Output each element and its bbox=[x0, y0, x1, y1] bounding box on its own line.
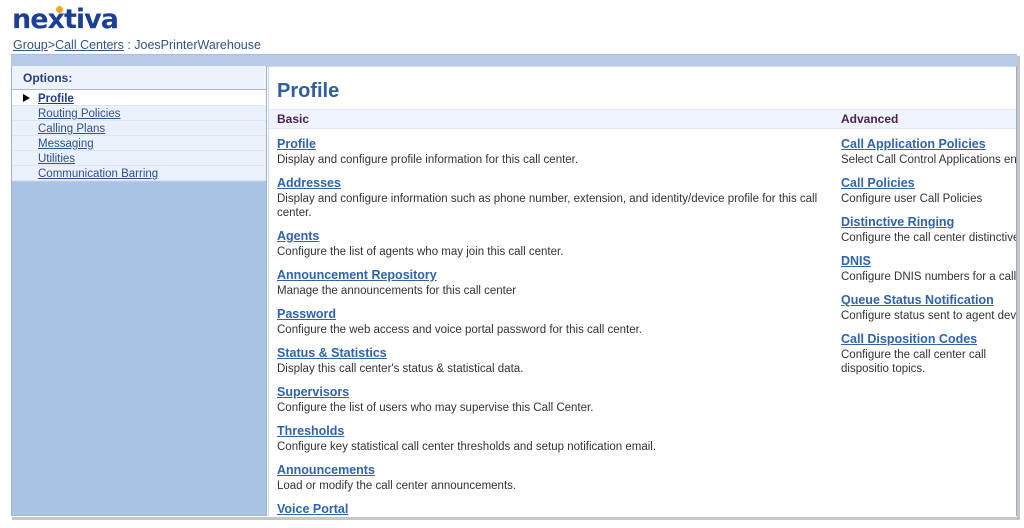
entry-thresholds: Thresholds Configure key statistical cal… bbox=[277, 424, 837, 454]
logo-text: nextiva bbox=[12, 4, 119, 35]
sidebar-item-messaging[interactable]: Messaging bbox=[12, 136, 266, 151]
entry-call-disposition-codes: Call Disposition Codes Configure the cal… bbox=[841, 332, 1016, 376]
breadcrumb-current: JoesPrinterWarehouse bbox=[134, 38, 261, 52]
entry-voice-portal: Voice Portal Change voice portal options… bbox=[277, 502, 837, 516]
desc-distinctive-ringing: Configure the call center distinctive ri… bbox=[841, 232, 1017, 244]
desc-announcement-repository: Manage the announcements for this call c… bbox=[277, 285, 517, 297]
link-supervisors[interactable]: Supervisors bbox=[277, 385, 349, 399]
desc-thresholds: Configure key statistical call center th… bbox=[277, 441, 657, 453]
desc-supervisors: Configure the list of users who may supe… bbox=[277, 402, 594, 414]
sidebar-item-label[interactable]: Calling Plans bbox=[38, 123, 105, 135]
sidebar-item-label[interactable]: Profile bbox=[38, 93, 74, 105]
sidebar-item-communication-barring[interactable]: Communication Barring bbox=[12, 166, 266, 181]
page-header: nextiva Group>Call Centers : JoesPrinter… bbox=[0, 0, 1024, 54]
entry-queue-status-notification: Queue Status Notification Configure stat… bbox=[841, 293, 1017, 323]
entry-dnis: DNIS Configure DNIS numbers for a call c… bbox=[841, 254, 1017, 284]
sidebar-item-calling-plans[interactable]: Calling Plans bbox=[12, 121, 266, 136]
sidebar-item-label[interactable]: Routing Policies bbox=[38, 108, 120, 120]
logo-dot-icon bbox=[56, 6, 63, 13]
options-sidebar: Options: Profile Routing Policies Callin… bbox=[11, 66, 267, 516]
link-dnis[interactable]: DNIS bbox=[841, 254, 871, 268]
entry-announcement-repository: Announcement Repository Manage the annou… bbox=[277, 268, 837, 298]
panel-bottom-shadow bbox=[12, 517, 1018, 520]
column-header-basic: Basic bbox=[277, 112, 310, 126]
entry-agents: Agents Configure the list of agents who … bbox=[277, 229, 837, 259]
options-list-box: Options: Profile Routing Policies Callin… bbox=[12, 66, 266, 182]
link-call-policies[interactable]: Call Policies bbox=[841, 176, 915, 190]
link-call-application-policies[interactable]: Call Application Policies bbox=[841, 137, 986, 151]
sidebar-item-label[interactable]: Messaging bbox=[38, 138, 94, 150]
link-thresholds[interactable]: Thresholds bbox=[277, 424, 344, 438]
link-password[interactable]: Password bbox=[277, 307, 336, 321]
app-page: nextiva Group>Call Centers : JoesPrinter… bbox=[0, 0, 1024, 528]
breadcrumb-colon: : bbox=[123, 38, 135, 52]
column-header-advanced: Advanced bbox=[841, 112, 899, 126]
breadcrumb-link-call-centers[interactable]: Call Centers bbox=[55, 38, 124, 52]
page-title: Profile bbox=[277, 80, 340, 102]
link-queue-status-notification[interactable]: Queue Status Notification bbox=[841, 293, 994, 307]
desc-password: Configure the web access and voice porta… bbox=[277, 324, 642, 336]
entry-password: Password Configure the web access and vo… bbox=[277, 307, 837, 337]
link-profile[interactable]: Profile bbox=[277, 137, 316, 151]
desc-call-disposition-codes: Configure the call center call dispositi… bbox=[841, 349, 987, 375]
link-addresses[interactable]: Addresses bbox=[277, 176, 341, 190]
desc-agents: Configure the list of agents who may joi… bbox=[277, 246, 564, 258]
link-call-disposition-codes[interactable]: Call Disposition Codes bbox=[841, 332, 977, 346]
advanced-column: Call Application Policies Select Call Co… bbox=[841, 137, 1017, 385]
entry-status-statistics: Status & Statistics Display this call ce… bbox=[277, 346, 837, 376]
desc-announcements: Load or modify the call center announcem… bbox=[277, 480, 517, 492]
sidebar-item-label[interactable]: Utilities bbox=[38, 153, 75, 165]
sidebar-item-label[interactable]: Communication Barring bbox=[38, 168, 158, 180]
sidebar-item-utilities[interactable]: Utilities bbox=[12, 151, 266, 166]
link-agents[interactable]: Agents bbox=[277, 229, 319, 243]
desc-dnis: Configure DNIS numbers for a call cen bbox=[841, 271, 1017, 283]
basic-column: Profile Display and configure profile in… bbox=[277, 137, 837, 516]
link-announcement-repository[interactable]: Announcement Repository bbox=[277, 268, 437, 282]
column-headers: Basic Advanced bbox=[269, 109, 1016, 129]
breadcrumb: Group>Call Centers : JoesPrinterWarehous… bbox=[13, 38, 261, 52]
desc-call-application-policies: Select Call Control Applications enabled bbox=[841, 154, 1017, 166]
entry-announcements: Announcements Load or modify the call ce… bbox=[277, 463, 837, 493]
panel-right-shadow bbox=[1017, 56, 1020, 520]
desc-profile: Display and configure profile informatio… bbox=[277, 154, 579, 166]
entry-distinctive-ringing: Distinctive Ringing Configure the call c… bbox=[841, 215, 1017, 245]
main-content-panel: Profile Basic Advanced Profile Display a… bbox=[268, 66, 1017, 516]
nextiva-logo: nextiva bbox=[12, 4, 119, 35]
desc-status-statistics: Display this call center's status & stat… bbox=[277, 363, 524, 375]
desc-call-policies: Configure user Call Policies bbox=[841, 193, 983, 205]
sidebar-item-routing-policies[interactable]: Routing Policies bbox=[12, 106, 266, 121]
breadcrumb-separator: > bbox=[47, 38, 56, 52]
entry-call-policies: Call Policies Configure user Call Polici… bbox=[841, 176, 1016, 206]
desc-queue-status-notification: Configure status sent to agent devices bbox=[841, 310, 1017, 322]
entry-addresses: Addresses Display and configure informat… bbox=[277, 176, 837, 220]
link-status-statistics[interactable]: Status & Statistics bbox=[277, 346, 387, 360]
link-columns: Profile Display and configure profile in… bbox=[269, 129, 1016, 516]
entry-supervisors: Supervisors Configure the list of users … bbox=[277, 385, 837, 415]
link-voice-portal[interactable]: Voice Portal bbox=[277, 502, 348, 516]
link-distinctive-ringing[interactable]: Distinctive Ringing bbox=[841, 215, 954, 229]
selected-arrow-icon bbox=[23, 94, 30, 102]
entry-call-application-policies: Call Application Policies Select Call Co… bbox=[841, 137, 1017, 167]
entry-profile: Profile Display and configure profile in… bbox=[277, 137, 837, 167]
breadcrumb-link-group[interactable]: Group bbox=[13, 38, 48, 52]
desc-addresses: Display and configure information such a… bbox=[277, 193, 818, 219]
link-announcements[interactable]: Announcements bbox=[277, 463, 375, 477]
options-title: Options: bbox=[12, 66, 266, 90]
sidebar-item-profile[interactable]: Profile bbox=[12, 90, 266, 106]
